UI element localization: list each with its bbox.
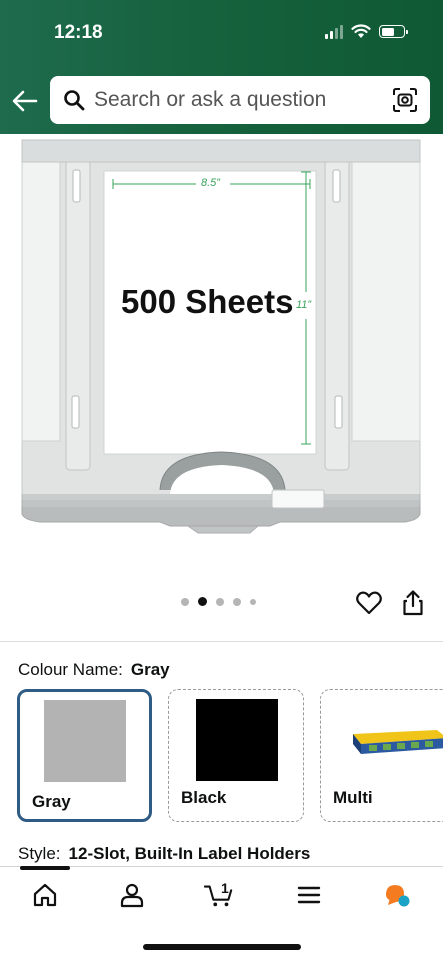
height-dimension-label: 11” <box>296 299 312 311</box>
style-row: Style: 12-Slot, Built-In Label Holders <box>18 844 310 864</box>
home-indicator[interactable] <box>143 944 301 950</box>
style-label: Style: <box>18 844 61 863</box>
colour-label: Colour Name: <box>18 660 123 679</box>
colour-option-gray[interactable]: Gray <box>17 689 152 822</box>
nav-rufus-assistant[interactable] <box>382 880 412 910</box>
colour-option-black[interactable]: Black <box>168 689 304 822</box>
account-icon <box>120 883 144 908</box>
back-button[interactable] <box>10 86 40 116</box>
nav-home[interactable] <box>30 880 60 910</box>
search-input[interactable] <box>94 88 392 112</box>
carousel-dot[interactable] <box>181 597 189 606</box>
status-time: 12:18 <box>54 22 103 43</box>
search-icon <box>64 90 85 111</box>
colour-option-label: Black <box>181 788 227 807</box>
carousel-dot[interactable] <box>250 598 256 605</box>
nav-cart[interactable] <box>204 880 234 910</box>
cart-count-badge: 1 <box>221 880 229 896</box>
search-bar[interactable] <box>50 76 430 124</box>
colour-option-label: Multi <box>333 788 373 807</box>
back-arrow-icon <box>12 90 38 112</box>
colour-selected-value: Gray <box>130 660 170 679</box>
cellular-signal-icon <box>325 24 343 39</box>
multi-color-tray-thumbnail <box>353 730 443 754</box>
colour-option-label: Gray <box>32 792 71 811</box>
product-image[interactable]: 8.5” 11” 500 Sheets <box>0 134 443 574</box>
style-value: 12-Slot, Built-In Label Holders <box>68 844 311 863</box>
nav-menu[interactable] <box>294 880 324 910</box>
carousel-dot[interactable] <box>216 597 224 606</box>
home-icon <box>33 883 57 907</box>
heart-icon[interactable] <box>355 589 383 617</box>
letter-tray-illustration <box>21 139 421 534</box>
status-icons <box>325 24 408 39</box>
colour-name-row: Colour Name: Gray <box>18 660 170 680</box>
carousel-dot[interactable] <box>233 597 241 606</box>
colour-option-multi[interactable]: Multi <box>320 689 443 822</box>
cart-icon <box>204 885 233 907</box>
active-tab-indicator <box>20 866 70 870</box>
image-carousel-indicator[interactable] <box>181 597 256 606</box>
divider <box>0 641 443 642</box>
width-dimension-label: 8.5” <box>201 177 220 189</box>
gray-swatch <box>44 700 126 782</box>
share-icon[interactable] <box>401 589 425 617</box>
black-swatch <box>196 699 278 781</box>
nav-account[interactable] <box>117 880 147 910</box>
app-header: 12:18 <box>0 0 443 134</box>
assistant-icon <box>386 885 410 907</box>
wifi-icon <box>351 24 371 38</box>
menu-icon <box>297 886 321 904</box>
battery-icon <box>379 25 408 38</box>
camera-scan-icon[interactable] <box>392 87 418 113</box>
sheet-capacity-label: 500 Sheets <box>121 283 294 320</box>
carousel-dot-active[interactable] <box>198 597 207 606</box>
